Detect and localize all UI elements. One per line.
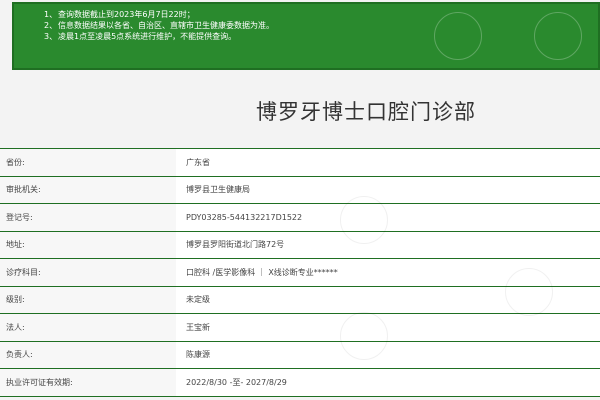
- details-row-registration-number: 登记号: PDY03285-544132217D1522: [0, 204, 600, 232]
- watermark-icon: [505, 268, 553, 316]
- details-value: PDY03285-544132217D1522: [186, 212, 303, 222]
- notice-banner: 1、查询数据截止到2023年6月7日22时； 2、信息数据结果以各省、自治区、直…: [12, 2, 600, 70]
- details-label: 执业许可证有效期:: [0, 369, 176, 396]
- details-row-province: 省份: 广东省: [0, 148, 600, 177]
- details-value: 陈康源: [186, 350, 210, 360]
- details-row-approval-authority: 审批机关: 博罗县卫生健康局: [0, 176, 600, 204]
- watermark-icon: [340, 312, 388, 360]
- notice-line-3: 3、凌晨1点至凌晨5点系统进行维护，不能提供查询。: [44, 31, 598, 42]
- details-row-legal-person: 法人: 王宝新: [0, 314, 600, 342]
- notice-line-2-text: 信息数据结果以各省、自治区、直辖市卫生健康委数据为准。: [58, 21, 274, 30]
- notice-line-3-number: 3、: [44, 32, 58, 41]
- watermark-icon: [434, 12, 482, 60]
- details-label: 省份:: [0, 149, 176, 176]
- details-value: 博罗县罗阳街道北门路72号: [186, 240, 285, 250]
- details-label: 地址:: [0, 231, 176, 258]
- details-value: 博罗县卫生健康局: [186, 185, 250, 195]
- notice-line-2-number: 2、: [44, 21, 58, 30]
- page-title: 博罗牙博士口腔门诊部: [256, 100, 476, 124]
- notice-line-3-text: 凌晨1点至凌晨5点系统进行维护，不能提供查询。: [58, 32, 237, 41]
- details-label: 负责人:: [0, 341, 176, 368]
- notice-line-1: 1、查询数据截止到2023年6月7日22时；: [44, 9, 598, 20]
- notice-line-1-text: 查询数据截止到2023年6月7日22时；: [58, 10, 195, 19]
- details-value: 王宝新: [186, 322, 210, 332]
- details-row-address: 地址: 博罗县罗阳街道北门路72号: [0, 231, 600, 259]
- details-label: 审批机关:: [0, 176, 176, 203]
- details-label: 诊疗科目:: [0, 259, 176, 286]
- watermark-icon: [340, 196, 388, 244]
- details-table: 省份: 广东省 审批机关: 博罗县卫生健康局 登记号: PDY03285-544…: [0, 148, 600, 397]
- notice-line-1-number: 1、: [44, 10, 58, 19]
- details-label: 级别:: [0, 286, 176, 313]
- details-value: 2022/8/30 -至- 2027/8/29: [186, 377, 287, 387]
- watermark-icon: [534, 12, 582, 60]
- details-row-person-in-charge: 负责人: 陈康源: [0, 341, 600, 369]
- notice-line-2: 2、信息数据结果以各省、自治区、直辖市卫生健康委数据为准。: [44, 20, 598, 31]
- details-label: 登记号:: [0, 204, 176, 231]
- details-row-license-validity: 执业许可证有效期: 2022/8/30 -至- 2027/8/29: [0, 369, 600, 397]
- details-label: 法人:: [0, 314, 176, 341]
- details-value: 广东省: [186, 157, 210, 167]
